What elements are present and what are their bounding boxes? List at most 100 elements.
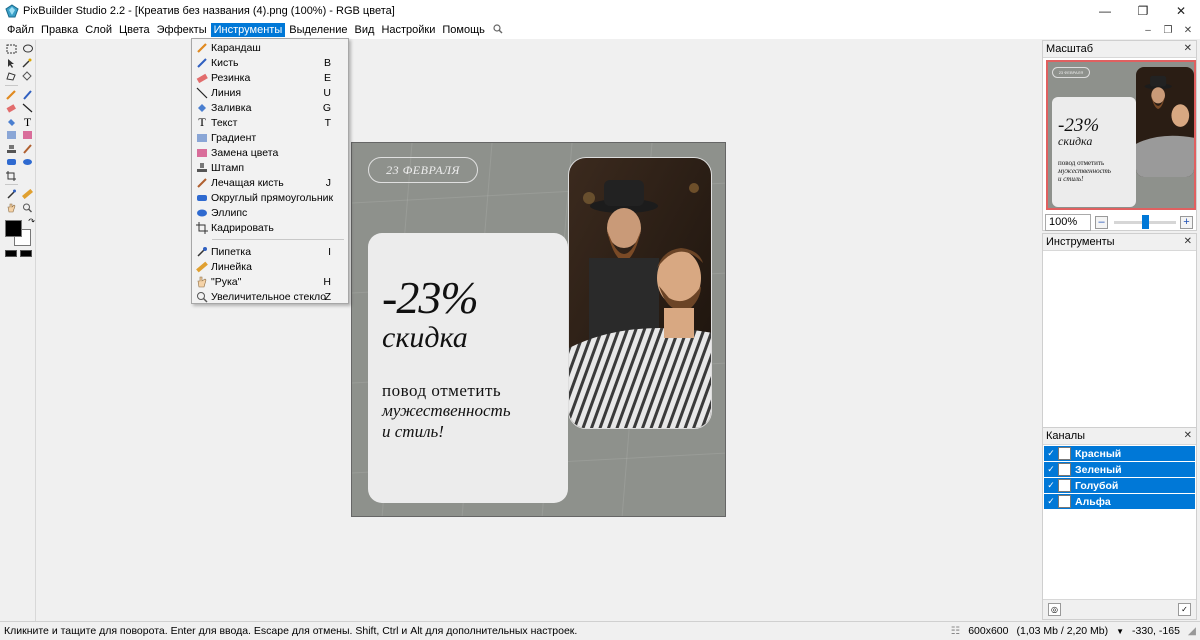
channel-row-alpha[interactable]: ✓ Альфа — [1044, 494, 1195, 509]
stamp-icon — [195, 161, 209, 175]
zoom-out-button[interactable]: – — [1095, 215, 1108, 229]
memory-dropdown-icon[interactable]: ▼ — [1112, 627, 1128, 636]
preview-word: скидка — [1058, 134, 1093, 148]
mdi-restore-icon[interactable]: ❐ — [1162, 25, 1174, 36]
visibility-check-icon[interactable]: ✓ — [1044, 464, 1058, 475]
menu-item-hand[interactable]: "Рука" H — [192, 274, 348, 289]
line-icon — [195, 86, 209, 100]
zoom-in-button[interactable]: + — [1180, 215, 1193, 229]
date-pill: 23 ФЕВРАЛЯ — [368, 157, 478, 183]
menu-help[interactable]: Помощь — [439, 23, 488, 37]
menu-item-crop[interactable]: Кадрировать — [192, 220, 348, 235]
transform-icon[interactable] — [21, 70, 34, 83]
channel-options-icon[interactable]: ✓ — [1178, 603, 1191, 616]
swap-colors-icon[interactable]: ↷ — [28, 217, 35, 226]
menu-tools[interactable]: Инструменты — [210, 23, 286, 37]
visibility-check-icon[interactable]: ✓ — [1044, 496, 1058, 507]
window-title: PixBuilder Studio 2.2 - [Креатив без наз… — [23, 4, 395, 17]
ellipse-tool-icon[interactable] — [21, 156, 34, 169]
promo-card: -23% скидка повод отметить мужественност… — [368, 233, 568, 503]
menu-item-eraser[interactable]: Резинка E — [192, 70, 348, 85]
healing-tool-icon[interactable] — [21, 143, 34, 156]
menu-layer[interactable]: Слой — [82, 23, 115, 37]
close-icon[interactable]: ✕ — [1184, 43, 1192, 54]
fill-tool-icon[interactable] — [5, 116, 18, 129]
color-swatches[interactable]: ↷ — [5, 217, 35, 246]
hand-tool-icon[interactable] — [5, 202, 18, 215]
maximize-icon[interactable]: ❐ — [1124, 0, 1162, 21]
visibility-check-icon[interactable]: ✓ — [1044, 448, 1058, 459]
ellipse-icon — [195, 206, 209, 220]
stamp-tool-icon[interactable] — [5, 143, 18, 156]
mdi-close-icon[interactable]: ✕ — [1182, 25, 1194, 36]
poly-lasso-icon[interactable] — [5, 70, 18, 83]
menu-item-ellipse[interactable]: Эллипс — [192, 205, 348, 220]
close-icon[interactable]: ✕ — [1162, 0, 1200, 21]
image-canvas[interactable]: 23 ФЕВРАЛЯ -23% скидка повод отметить му… — [351, 142, 726, 517]
ruler-tool-icon[interactable] — [21, 188, 34, 201]
toolbox-separator — [5, 184, 18, 187]
channel-row-blue[interactable]: ✓ Голубой — [1044, 478, 1195, 493]
close-icon[interactable]: ✕ — [1184, 430, 1192, 441]
menu-selection[interactable]: Выделение — [286, 23, 350, 37]
channel-row-red[interactable]: ✓ Красный — [1044, 446, 1195, 461]
zoom-input[interactable]: 100% — [1045, 213, 1091, 231]
menu-item-healing-brush[interactable]: Лечащая кисть J — [192, 175, 348, 190]
close-icon[interactable]: ✕ — [1184, 236, 1192, 247]
search-icon[interactable] — [489, 23, 507, 37]
brush-tool-icon[interactable] — [21, 89, 34, 102]
foreground-color-swatch[interactable] — [5, 220, 22, 237]
menu-colors[interactable]: Цвета — [116, 23, 153, 37]
channel-thumbnail — [1058, 495, 1071, 508]
gradient-tool-icon[interactable] — [5, 129, 18, 142]
eraser-tool-icon[interactable] — [5, 102, 18, 115]
quick-mask-button[interactable] — [20, 250, 32, 257]
zoom-slider[interactable] — [1114, 214, 1176, 229]
eraser-icon — [195, 71, 209, 85]
channel-to-selection-icon[interactable]: ◎ — [1048, 603, 1061, 616]
menu-item-pencil[interactable]: Карандаш — [192, 40, 348, 55]
menu-item-rounded-rectangle[interactable]: Округлый прямоугольник — [192, 190, 348, 205]
magic-wand-icon[interactable] — [21, 57, 34, 70]
mdi-minimize-icon[interactable]: – — [1142, 25, 1154, 36]
navigator-preview[interactable]: 23 ФЕВРАЛЯ -23% скидка повод отметить му… — [1046, 60, 1196, 210]
pencil-tool-icon[interactable] — [5, 89, 18, 102]
crop-tool-icon[interactable] — [5, 170, 18, 183]
menu-item-magnifier[interactable]: Увеличительное стекло Z — [192, 289, 348, 304]
menu-effects[interactable]: Эффекты — [154, 23, 210, 37]
promo-line-1: повод отметить — [382, 381, 502, 400]
preview-line-1: повод отметить — [1058, 159, 1105, 167]
discount-text: -23% — [382, 272, 479, 323]
minimize-icon[interactable]: — — [1086, 0, 1124, 21]
promo-line-3: и стиль! — [382, 422, 444, 441]
menu-item-eyedropper[interactable]: Пипетка I — [192, 244, 348, 259]
visibility-check-icon[interactable]: ✓ — [1044, 480, 1058, 491]
eyedropper-tool-icon[interactable] — [5, 188, 18, 201]
menu-item-color-replace[interactable]: Замена цвета — [192, 145, 348, 160]
move-icon[interactable] — [5, 57, 18, 70]
line-tool-icon[interactable] — [21, 102, 34, 115]
menu-item-fill[interactable]: Заливка G — [192, 100, 348, 115]
menu-item-ruler[interactable]: Линейка — [192, 259, 348, 274]
menu-view[interactable]: Вид — [352, 23, 378, 37]
zoom-tool-icon[interactable] — [21, 202, 34, 215]
lasso-icon[interactable] — [21, 43, 34, 56]
text-tool-icon[interactable]: T — [21, 116, 34, 129]
preview-line-2: мужественность — [1058, 167, 1111, 175]
menu-file[interactable]: Файл — [4, 23, 37, 37]
menu-settings[interactable]: Настройки — [378, 23, 438, 37]
zoom-slider-thumb[interactable] — [1141, 214, 1149, 229]
title-bar: PixBuilder Studio 2.2 - [Креатив без наз… — [0, 0, 1200, 21]
menu-item-stamp[interactable]: Штамп — [192, 160, 348, 175]
menu-item-text[interactable]: T Текст T — [192, 115, 348, 130]
color-replace-tool-icon[interactable] — [21, 129, 34, 142]
rounded-rect-tool-icon[interactable] — [5, 156, 18, 169]
menu-item-line[interactable]: Линия U — [192, 85, 348, 100]
menu-item-gradient[interactable]: Градиент — [192, 130, 348, 145]
channel-row-green[interactable]: ✓ Зеленый — [1044, 462, 1195, 477]
rect-select-icon[interactable] — [5, 43, 18, 56]
rounded-rectangle-icon — [195, 191, 209, 205]
default-colors-button[interactable] — [5, 250, 17, 257]
menu-item-brush[interactable]: Кисть B — [192, 55, 348, 70]
menu-edit[interactable]: Правка — [38, 23, 81, 37]
